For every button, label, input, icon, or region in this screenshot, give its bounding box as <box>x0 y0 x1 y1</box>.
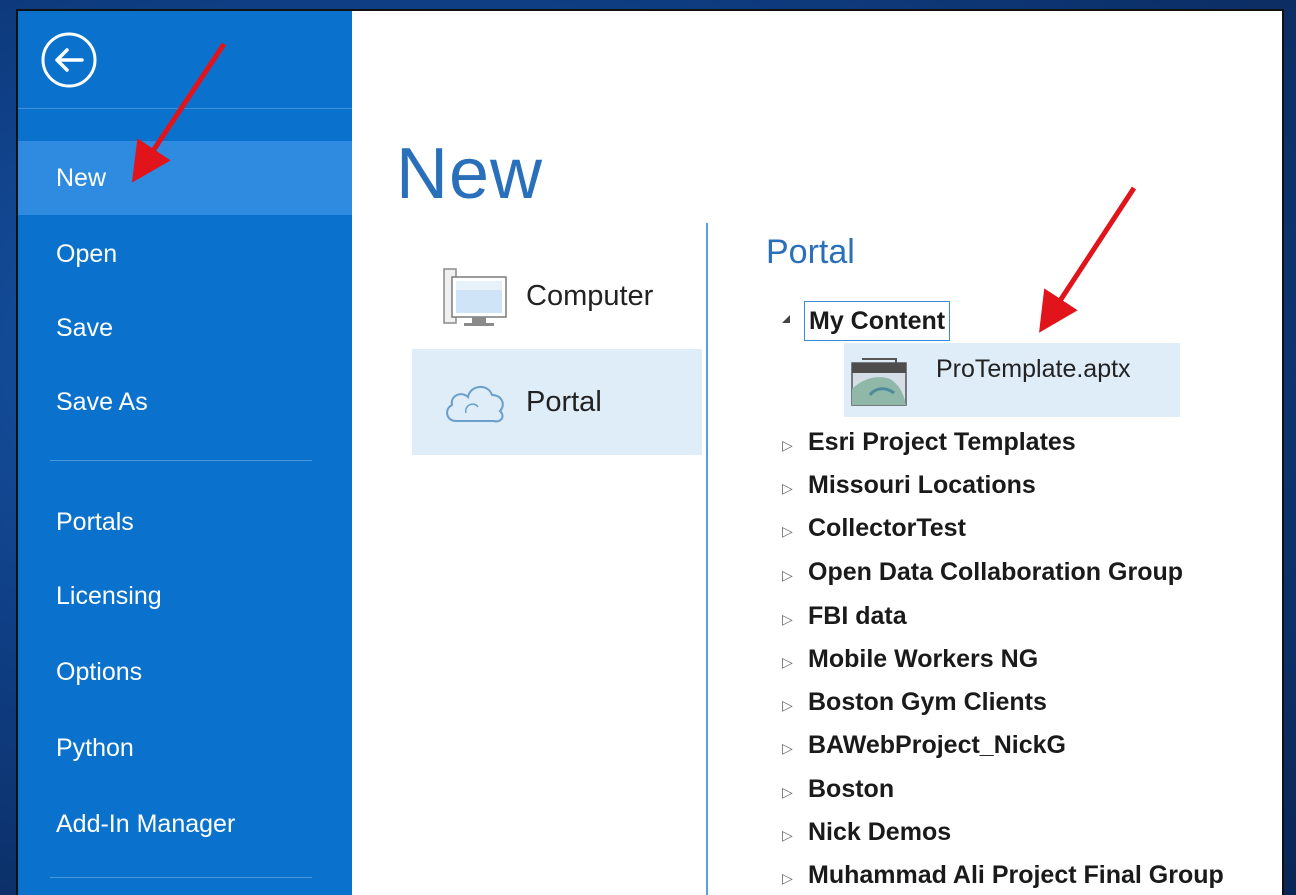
backstage-window: New Open Save Save As Portals Licensing … <box>16 9 1284 895</box>
file-name: ProTemplate.aptx <box>936 355 1131 383</box>
tree-group-label: Open Data Collaboration Group <box>808 558 1184 586</box>
expand-triangle-icon: ▷ <box>782 523 793 539</box>
tree-group-label: FBI data <box>808 602 907 630</box>
cloud-icon <box>446 386 504 423</box>
expand-triangle-icon: ▷ <box>782 870 793 886</box>
tree-group[interactable]: ▷ Nick Demos <box>782 811 951 853</box>
expand-triangle-icon: ▷ <box>782 784 793 800</box>
expand-triangle-icon: ▷ <box>782 567 793 583</box>
expand-triangle-icon: ▷ <box>782 437 793 453</box>
expand-triangle-icon: ▷ <box>782 697 793 713</box>
location-computer[interactable]: Computer <box>412 243 702 349</box>
tree-group-label: Missouri Locations <box>808 471 1036 499</box>
tree-group[interactable]: ▷ Boston Gym Clients <box>782 681 1047 723</box>
tree-group[interactable]: ▷ Missouri Locations <box>782 464 1036 506</box>
tree-node-label[interactable]: My Content <box>804 301 951 341</box>
page-title: New <box>396 134 544 214</box>
panel-divider <box>706 223 708 895</box>
collapse-triangle-icon[interactable] <box>780 313 792 325</box>
location-portal[interactable]: Portal <box>412 349 702 455</box>
tree-group[interactable]: ▷ Esri Project Templates <box>782 421 1076 463</box>
tree-group[interactable]: ▷ Open Data Collaboration Group <box>782 551 1183 593</box>
menu-item-options[interactable]: Options <box>18 635 352 709</box>
back-arrow-circle-icon[interactable] <box>40 31 98 89</box>
tree-group[interactable]: ▷ CollectorTest <box>782 507 966 549</box>
expand-triangle-icon: ▷ <box>782 827 793 843</box>
tree-group-label: Boston Gym Clients <box>808 688 1047 716</box>
menu-item-python[interactable]: Python <box>18 711 352 785</box>
computer-monitor-icon <box>443 268 507 326</box>
expand-triangle-icon: ▷ <box>782 654 793 670</box>
tree-group-label: Muhammad Ali Project Final Group <box>808 861 1224 889</box>
tree-group-label: Boston <box>808 775 895 803</box>
expand-triangle-icon: ▷ <box>782 740 793 756</box>
menu-item-save-as[interactable]: Save As <box>18 365 352 439</box>
menu-item-save[interactable]: Save <box>18 291 352 365</box>
tree-group-label: Esri Project Templates <box>808 428 1076 456</box>
menu-separator <box>50 460 312 461</box>
back-area <box>18 11 352 109</box>
tree-group[interactable]: ▷ Muhammad Ali Project Final Group <box>782 854 1224 895</box>
project-template-icon <box>851 358 907 406</box>
menu-item-licensing[interactable]: Licensing <box>18 559 352 633</box>
file-item-protemplate[interactable]: ProTemplate.aptx <box>844 343 1180 417</box>
expand-triangle-icon: ▷ <box>782 480 793 496</box>
tree-group-label: BAWebProject_NickG <box>808 731 1066 759</box>
tree-group[interactable]: ▷ FBI data <box>782 595 907 637</box>
tree-group-label: Mobile Workers NG <box>808 645 1039 673</box>
portal-section-title: Portal <box>766 233 855 271</box>
tree-group-label: CollectorTest <box>808 514 966 542</box>
tree-group[interactable]: ▷ BAWebProject_NickG <box>782 724 1066 766</box>
menu-item-portals[interactable]: Portals <box>18 485 352 559</box>
menu-item-new[interactable]: New <box>18 141 352 215</box>
expand-triangle-icon: ▷ <box>782 611 793 627</box>
location-label: Portal <box>526 386 602 418</box>
backstage-sidebar: New Open Save Save As Portals Licensing … <box>18 11 352 895</box>
tree-group[interactable]: ▷ Boston <box>782 768 894 810</box>
menu-separator <box>50 877 312 878</box>
location-label: Computer <box>526 280 654 312</box>
menu-item-open[interactable]: Open <box>18 217 352 291</box>
menu-item-add-in-manager[interactable]: Add-In Manager <box>18 787 352 861</box>
tree-group-label: Nick Demos <box>808 818 952 846</box>
tree-group[interactable]: ▷ Mobile Workers NG <box>782 638 1038 680</box>
